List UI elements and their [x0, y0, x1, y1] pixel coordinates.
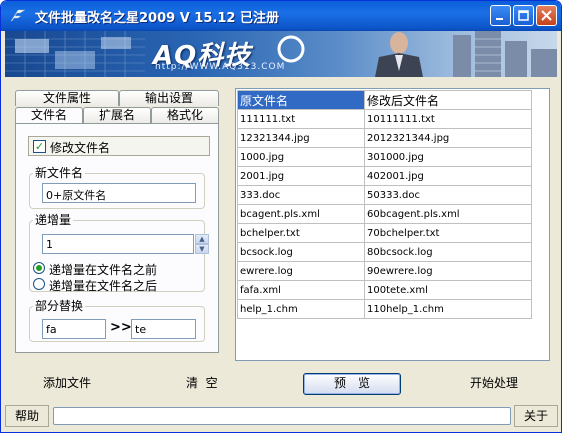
- cell-new-name: 60bcagent.pls.xml: [364, 204, 532, 224]
- table-row[interactable]: 333.doc 50333.doc: [237, 185, 532, 205]
- radio-before-label: 递增量在文件名之前: [49, 263, 158, 277]
- cell-original-name: bchelper.txt: [237, 223, 365, 243]
- cell-new-name: 80bcsock.log: [364, 242, 532, 262]
- radio-after-label: 递增量在文件名之后: [49, 279, 158, 293]
- table-header-row: 原文件名 修改后文件名: [237, 90, 532, 110]
- increment-group: 递增量 1 ▲ ▼ 递增量在文件名之前 递增量在文件名之后: [29, 213, 209, 293]
- cell-original-name: 2001.jpg: [237, 166, 365, 186]
- table-row[interactable]: bcsock.log 80bcsock.log: [237, 242, 532, 262]
- cell-new-name: 100tete.xml: [364, 280, 532, 300]
- app-icon: [10, 9, 26, 22]
- spin-up-icon[interactable]: ▲: [195, 234, 209, 244]
- start-processing-button[interactable]: 开始处理: [470, 374, 518, 391]
- file-list[interactable]: 原文件名 修改后文件名 111111.txt 10111111.txt 123213…: [235, 88, 550, 361]
- new-name-input[interactable]: 0+原文件名: [42, 183, 196, 203]
- increment-title: 递增量: [33, 213, 74, 227]
- table-row[interactable]: help_1.chm 110help_1.chm: [237, 299, 532, 319]
- file-table: 原文件名 修改后文件名 111111.txt 10111111.txt 123213…: [237, 90, 532, 319]
- table-row[interactable]: bcagent.pls.xml 60bcagent.pls.xml: [237, 204, 532, 224]
- cell-original-name: 333.doc: [237, 185, 365, 205]
- settings-tabs: 文件属性 输出设置 文件名 扩展名 格式化: [15, 90, 219, 124]
- cell-new-name: 90ewrere.log: [364, 261, 532, 281]
- table-row[interactable]: 12321344.jpg 2012321344.jpg: [237, 128, 532, 148]
- cell-new-name: 10111111.txt: [364, 109, 532, 129]
- new-name-title: 新文件名: [33, 166, 86, 180]
- modify-name-checkbox[interactable]: ✓: [33, 140, 46, 153]
- increment-spinner[interactable]: ▲ ▼: [195, 234, 209, 254]
- replace-group: 部分替换 fa >> te: [29, 299, 205, 342]
- replace-title: 部分替换: [33, 299, 86, 313]
- banner: AQ科技 http://WWW.AQ313.COM: [5, 31, 557, 77]
- modify-name-label: 修改文件名: [50, 141, 111, 155]
- status-bar: 帮助 关于: [5, 405, 558, 427]
- preview-button[interactable]: 预览: [303, 373, 401, 395]
- clear-button[interactable]: 清 空: [186, 374, 218, 391]
- table-row[interactable]: fafa.xml 100tete.xml: [237, 280, 532, 300]
- help-button[interactable]: 帮助: [5, 405, 49, 427]
- increment-input[interactable]: 1: [42, 234, 194, 254]
- tab-format[interactable]: 格式化: [151, 107, 219, 123]
- table-row[interactable]: 1000.jpg 301000.jpg: [237, 147, 532, 167]
- cell-new-name: 301000.jpg: [364, 147, 532, 167]
- window-title: 文件批量改名之星2009 V 15.12 已注册: [35, 11, 279, 26]
- cell-new-name: 50333.doc: [364, 185, 532, 205]
- replace-arrow: >>: [110, 320, 132, 335]
- replace-to-input[interactable]: te: [131, 319, 196, 339]
- about-button[interactable]: 关于: [514, 405, 558, 427]
- add-files-button[interactable]: 添加文件: [43, 374, 91, 391]
- cell-original-name: help_1.chm: [237, 299, 365, 319]
- new-name-group: 新文件名 0+原文件名: [29, 166, 205, 209]
- radio-after-dot[interactable]: [33, 278, 45, 290]
- radio-before-dot[interactable]: [33, 262, 45, 274]
- spin-down-icon[interactable]: ▼: [195, 244, 209, 254]
- filename-panel: ✓ 修改文件名 新文件名 0+原文件名 递增量 1 ▲ ▼ 递增量在文件名之前 …: [15, 123, 219, 353]
- table-row[interactable]: 111111.txt 10111111.txt: [237, 109, 532, 129]
- app-window: 文件批量改名之星2009 V 15.12 已注册 AQ科技 http://WWW…: [0, 0, 562, 433]
- tab-filename[interactable]: 文件名: [15, 107, 83, 123]
- title-bar[interactable]: 文件批量改名之星2009 V 15.12 已注册: [1, 1, 561, 31]
- cell-original-name: 111111.txt: [237, 109, 365, 129]
- banner-url: http://WWW.AQ313.COM: [155, 62, 286, 72]
- cell-original-name: ewrere.log: [237, 261, 365, 281]
- modify-name-group[interactable]: ✓ 修改文件名: [28, 136, 210, 156]
- minimize-icon[interactable]: [490, 5, 511, 26]
- replace-from-input[interactable]: fa: [42, 319, 106, 339]
- table-row[interactable]: 2001.jpg 402001.jpg: [237, 166, 532, 186]
- table-row[interactable]: bchelper.txt 70bchelper.txt: [237, 223, 532, 243]
- close-icon[interactable]: [536, 5, 557, 26]
- cell-original-name: fafa.xml: [237, 280, 365, 300]
- cell-original-name: bcagent.pls.xml: [237, 204, 365, 224]
- cell-new-name: 70bchelper.txt: [364, 223, 532, 243]
- table-row[interactable]: ewrere.log 90ewrere.log: [237, 261, 532, 281]
- cell-original-name: bcsock.log: [237, 242, 365, 262]
- cell-new-name: 402001.jpg: [364, 166, 532, 186]
- tab-extension[interactable]: 扩展名: [83, 107, 151, 123]
- cell-original-name: 1000.jpg: [237, 147, 365, 167]
- cell-new-name: 2012321344.jpg: [364, 128, 532, 148]
- header-original-name[interactable]: 原文件名: [237, 90, 365, 110]
- cell-original-name: 12321344.jpg: [237, 128, 365, 148]
- tab-output-settings[interactable]: 输出设置: [119, 90, 219, 106]
- maximize-icon[interactable]: [513, 5, 534, 26]
- progress-bar: [53, 407, 511, 425]
- header-new-name[interactable]: 修改后文件名: [364, 90, 532, 110]
- cell-new-name: 110help_1.chm: [364, 299, 532, 319]
- tab-file-attributes[interactable]: 文件属性: [15, 90, 119, 106]
